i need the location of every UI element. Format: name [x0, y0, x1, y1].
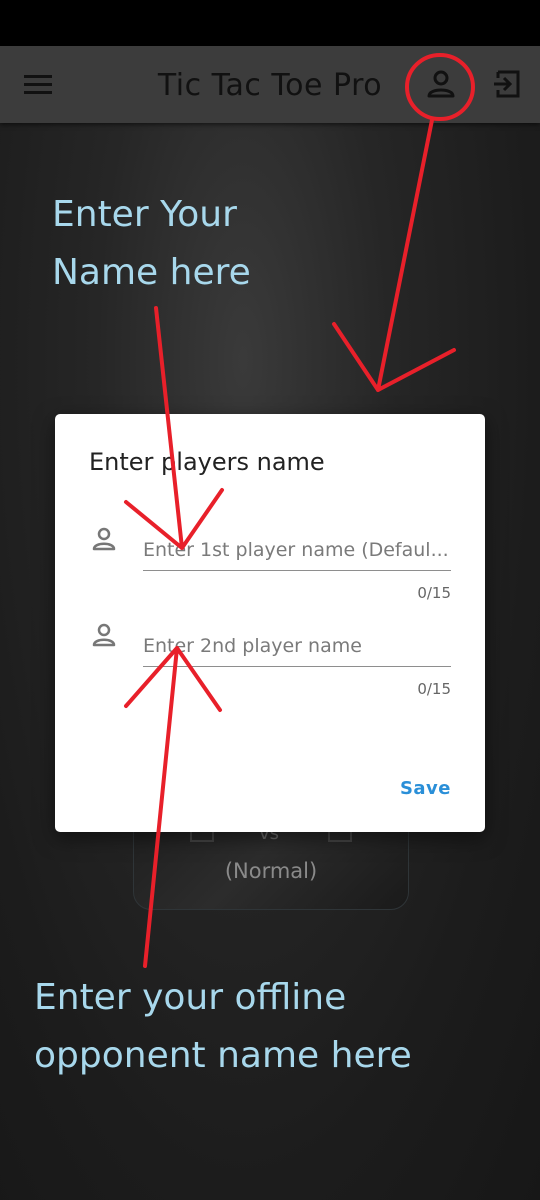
- app-title: Tic Tac Toe Pro: [157, 68, 383, 103]
- logout-button[interactable]: [492, 68, 522, 100]
- hamburger-menu-icon: [24, 75, 52, 94]
- annotation-top-line2: Name here: [52, 252, 251, 293]
- player1-name-input[interactable]: [143, 530, 451, 571]
- annotation-bottom-line1: Enter your offline: [34, 977, 347, 1018]
- players-name-dialog: Enter players name 0/15 0/15 Save: [55, 414, 485, 832]
- annotation-bottom-line2: opponent name here: [34, 1035, 412, 1076]
- status-bar: [0, 0, 540, 46]
- save-button[interactable]: Save: [400, 778, 451, 799]
- player1-char-counter: 0/15: [417, 584, 451, 602]
- player2-name-input[interactable]: [143, 626, 451, 667]
- app-bar: Tic Tac Toe Pro: [0, 46, 540, 123]
- annotation-top-line1: Enter Your: [52, 194, 237, 235]
- dialog-title: Enter players name: [89, 448, 325, 476]
- person-icon: [427, 70, 455, 98]
- exit-icon: [494, 70, 520, 98]
- annotation-top: Enter Your Name here: [52, 186, 251, 302]
- person-icon: [92, 527, 116, 551]
- annotation-bottom: Enter your offline opponent name here: [34, 969, 412, 1085]
- game-mode-label: (Normal): [224, 859, 318, 883]
- profile-button[interactable]: [425, 68, 457, 100]
- menu-button[interactable]: [24, 74, 52, 96]
- player2-char-counter: 0/15: [417, 680, 451, 698]
- person-icon: [92, 623, 116, 647]
- profile-arrow: [332, 118, 456, 392]
